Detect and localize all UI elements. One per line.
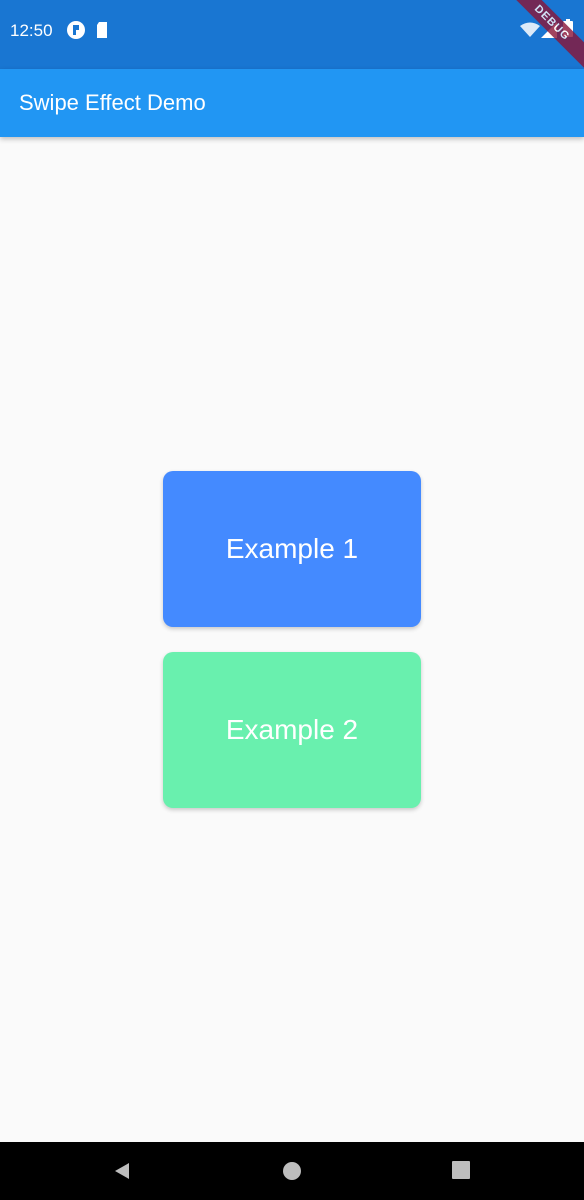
back-icon[interactable] — [112, 1161, 132, 1186]
example-1-card[interactable]: Example 1 — [163, 471, 421, 627]
app-bar: Swipe Effect Demo — [0, 69, 584, 137]
wifi-icon — [520, 22, 540, 43]
app-title: Swipe Effect Demo — [19, 90, 206, 115]
notification-app-icon — [66, 20, 86, 45]
recents-icon[interactable] — [452, 1161, 470, 1184]
status-bar: 12:50 DEBUG — [0, 0, 584, 79]
example-2-card[interactable]: Example 2 — [163, 652, 421, 808]
example-2-label: Example 2 — [225, 714, 359, 745]
status-time: 12:50 — [10, 21, 53, 40]
sd-card-icon — [95, 20, 109, 45]
navigation-bar — [0, 1142, 584, 1200]
home-icon[interactable] — [282, 1161, 302, 1186]
example-1-label: Example 1 — [225, 533, 359, 564]
